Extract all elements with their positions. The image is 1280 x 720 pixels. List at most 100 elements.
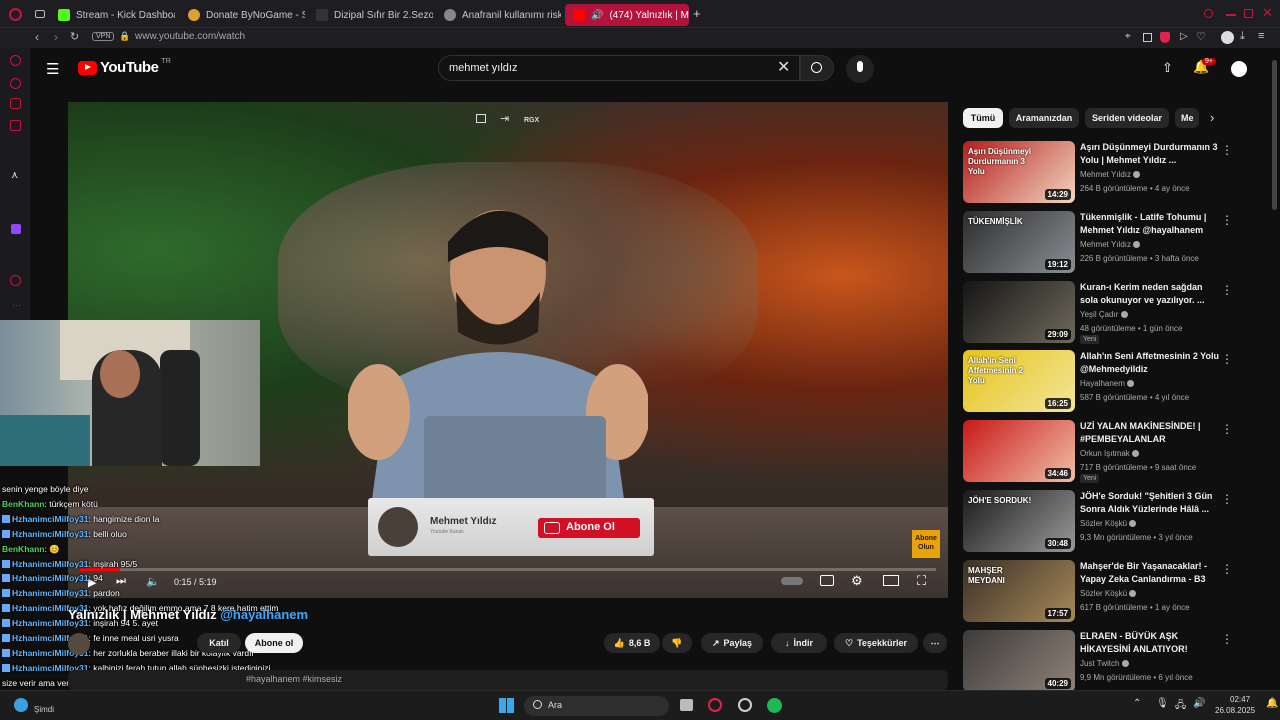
youtube-logo[interactable]: YouTube TR [78,58,171,76]
more-options-icon[interactable]: ⋮ [1221,143,1233,157]
tray-date[interactable]: 26.08.2025 [1215,706,1255,715]
snapshot-icon[interactable]: ⌖ [1125,31,1131,42]
opera-taskbar-icon[interactable] [708,698,722,712]
sidebar-messenger-icon[interactable] [10,98,21,109]
settings-gear-icon[interactable]: ⚙ [851,573,863,589]
tray-chevron-icon[interactable]: ⌃ [1133,698,1141,709]
recommendation-title[interactable]: UZİ YALAN MAKİNESİNDE! | #PEMBEYALANLAR [1080,420,1220,446]
voice-search-button[interactable] [846,55,874,83]
dislike-button[interactable]: 👎 [662,633,692,653]
recommendation-item[interactable]: Allah'ın Seni Affetmesinin 2 Yolu 16:25 Al… [963,350,1263,414]
like-button[interactable]: 👍 8,6 B [604,633,660,653]
sidebar-gmail-icon[interactable] [10,120,21,131]
recommendation-item[interactable]: 29:09 Kuran-ı Kerim neden sağdan sola oku… [963,280,1263,345]
chip-series[interactable]: Seriden videolar [1085,108,1169,128]
heart-icon[interactable]: ♡ [1196,30,1206,43]
recommendation-item[interactable]: 40:29 ELRAEN - BÜYÜK AŞK HİKAYESİNİ ANLAT… [963,629,1263,694]
upload-icon[interactable]: ⇧ [1162,60,1173,76]
clear-search-icon[interactable]: ✕ [777,57,790,77]
tray-volume-icon[interactable]: 🔊 [1193,698,1205,709]
more-actions-button[interactable]: ⋯ [923,633,947,653]
tray-time[interactable]: 02:47 [1230,695,1250,704]
recommendation-title[interactable]: Aşırı Düşünmeyi Durdurmanın 3 Yolu | Meh… [1080,141,1220,167]
start-windows-icon[interactable] [499,698,514,713]
sidebar-kick-icon[interactable]: ⋏ [11,170,18,181]
forward-icon[interactable]: › [54,30,58,44]
chip-all[interactable]: Tümü [963,108,1003,128]
shield-icon[interactable] [1160,32,1170,43]
thanks-button[interactable]: ♡ Teşekkürler [834,633,918,653]
recommendation-item[interactable]: Aşırı Düşünmeyi Durdurmanın 3 Yolu 14:29 A… [963,141,1263,205]
video-description[interactable]: #hayalhanem #kimsesiz [68,670,948,690]
tab-kick-dashboard[interactable]: Stream - Kick Dashboard [50,4,175,26]
recommendation-thumbnail[interactable]: TÜKENMİŞLİK 19:12 [963,210,1075,273]
more-options-icon[interactable]: ⋮ [1221,492,1233,506]
minimize-icon[interactable] [1226,14,1236,16]
more-options-icon[interactable]: ⋮ [1221,422,1233,436]
back-icon[interactable]: ‹ [35,30,39,44]
sidebar-twitch-icon[interactable] [11,224,21,234]
spotify-icon[interactable] [767,698,782,713]
recommendation-thumbnail[interactable]: 40:29 [963,629,1075,692]
play-icon[interactable]: ▷ [1180,31,1188,42]
sidebar-history-icon[interactable] [10,55,21,66]
subtitles-icon[interactable] [820,575,834,586]
recommendation-thumbnail[interactable]: MAHŞER MEYDANI 17:57 [963,559,1075,622]
fullscreen-icon[interactable]: ⛶ [917,573,926,589]
recommendation-item[interactable]: MAHŞER MEYDANI 17:57 Mahşer'de Bir Yaşanac… [963,559,1263,624]
widgets-icon[interactable] [14,698,28,712]
sidebar-clock-icon[interactable] [10,275,21,286]
guide-menu-icon[interactable]: ☰ [46,60,59,78]
sidebar-more-icon[interactable]: ⋯ [12,300,21,311]
tray-mic-icon[interactable]: 🎙 [1156,698,1169,709]
tab-donate-bynogame[interactable]: Donate ByNoGame - Stre [180,4,305,26]
more-options-icon[interactable]: ⋮ [1221,352,1233,366]
chip-from-search[interactable]: Aramanızdan [1009,108,1079,128]
url-text[interactable]: www.youtube.com/watch [135,31,245,42]
chip-more[interactable]: Me [1175,108,1199,128]
more-options-icon[interactable]: ⋮ [1221,213,1233,227]
recommendation-thumbnail[interactable]: Allah'ın Seni Affetmesinin 2 Yolu 16:25 [963,350,1075,413]
recommendation-thumbnail[interactable]: Aşırı Düşünmeyi Durdurmanın 3 Yolu 14:29 [963,141,1075,203]
recommendation-item[interactable]: JÖH'E SORDUK! 30:48 JÖH'e Sorduk! "Şehitle… [963,490,1263,554]
search-input[interactable]: mehmet yıldız [438,55,800,81]
download-icon[interactable]: ⤓ [1240,30,1245,43]
taskview-icon[interactable] [680,699,693,711]
cast-icon[interactable] [476,114,486,123]
maximize-icon[interactable] [1244,9,1253,18]
tab-youtube-active[interactable]: 🔊(474) Yalnızlık | Mehm [565,4,689,26]
recommendation-channel[interactable]: Sözler Köşkü [1080,519,1137,528]
share-button[interactable]: ↗ Paylaş [701,633,763,653]
sidebar-aria-icon[interactable] [10,78,21,89]
taskbar-search[interactable]: Ara [524,696,669,716]
recommendation-thumbnail[interactable]: JÖH'E SORDUK! 30:48 [963,490,1075,552]
menu-icon[interactable]: ≡ [1258,30,1264,42]
recommendation-channel[interactable]: Mehmet Yıldız [1080,170,1141,179]
recommendation-title[interactable]: JÖH'e Sorduk! "Şehitleri 3 Gün Sonra Ald… [1080,490,1220,516]
recommendation-title[interactable]: ELRAEN - BÜYÜK AŞK HİKAYESİNİ ANLATIYOR! [1080,630,1220,656]
recommendation-channel[interactable]: Yeşil Çadır [1080,310,1128,319]
search-button[interactable] [800,55,834,81]
search-tabs-icon[interactable] [1204,9,1213,18]
recommendation-title[interactable]: Tükenmişlik - Latife Tohumu | Mehmet Yıl… [1080,211,1220,237]
pinboard-icon[interactable] [1143,33,1152,42]
close-window-icon[interactable]: ✕ [1262,5,1273,21]
autoplay-toggle[interactable] [781,577,803,585]
recommendation-thumbnail[interactable]: 34:46 [963,420,1075,483]
recommendation-item[interactable]: TÜKENMİŞLİK 19:12 Tükenmişlik - Latife Toh… [963,210,1263,275]
recommendation-channel[interactable]: Orkun Işıtmak [1080,449,1140,458]
enter-icon[interactable]: ⇥ [500,112,509,125]
reload-icon[interactable]: ↻ [70,30,79,43]
new-tab-button[interactable]: + [693,6,701,21]
join-button[interactable]: Katıl [197,633,241,653]
tray-network-icon[interactable]: 🖧 [1175,698,1186,715]
more-options-icon[interactable]: ⋮ [1221,283,1233,297]
theater-mode-icon[interactable] [883,575,899,586]
tab-anafranil[interactable]: Anafranil kullanımı riski [436,4,561,26]
recommendation-channel[interactable]: Hayalhanem [1080,379,1135,388]
recommendation-channel[interactable]: Mehmet Yıldız [1080,240,1141,249]
more-options-icon[interactable]: ⋮ [1221,562,1233,576]
recommendation-title[interactable]: Mahşer'de Bir Yaşanacaklar! - Yapay Zeka… [1080,560,1220,586]
recommendation-title[interactable]: Allah'ın Seni Affetmesinin 2 Yolu @Mehme… [1080,350,1220,376]
opera-gx-taskbar-icon[interactable] [738,698,752,712]
